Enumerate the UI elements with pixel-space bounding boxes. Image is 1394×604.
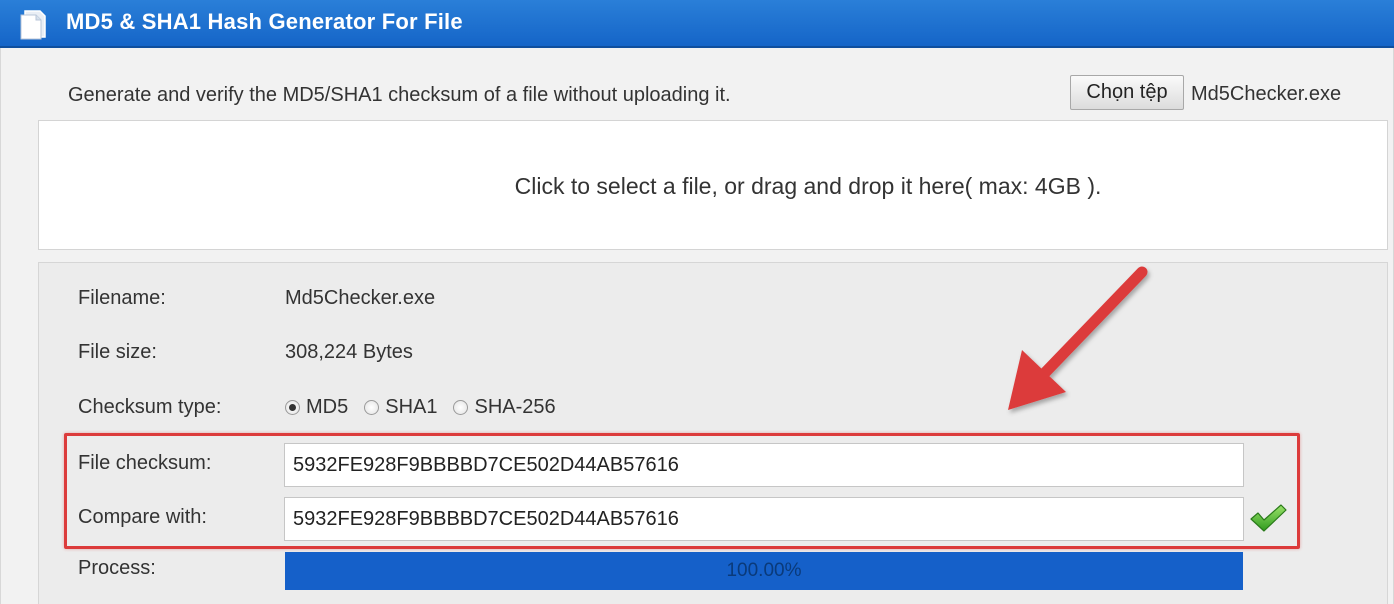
filesize-label: File size: <box>78 341 157 363</box>
process-label: Process: <box>78 557 156 579</box>
green-check-icon <box>1250 504 1287 532</box>
filesize-value: 308,224 Bytes <box>285 341 413 363</box>
app-title: MD5 & SHA1 Hash Generator For File <box>66 9 463 34</box>
filename-value: Md5Checker.exe <box>285 287 436 309</box>
radio-sha1[interactable] <box>364 399 380 415</box>
file-dropzone[interactable]: Click to select a file, or drag and drop… <box>38 120 1388 250</box>
progress-text: 100.00% <box>726 560 802 581</box>
red-arrow-annotation <box>1008 266 1148 410</box>
file-checksum-label: File checksum: <box>78 452 212 474</box>
radio-sha256-label[interactable]: SHA-256 <box>474 396 555 419</box>
progress-bar: 100.00% <box>285 552 1243 590</box>
document-icon <box>20 10 46 40</box>
file-checksum-field[interactable] <box>284 443 1244 487</box>
radio-sha1-label[interactable]: SHA1 <box>385 396 437 419</box>
title-bar: MD5 & SHA1 Hash Generator For File <box>0 0 1394 48</box>
compare-with-field[interactable] <box>284 497 1244 541</box>
radio-md5[interactable] <box>285 399 300 415</box>
checksum-type-label: Checksum type: <box>78 396 222 418</box>
radio-sha256[interactable] <box>453 399 469 415</box>
chosen-file-name: Md5Checker.exe <box>1191 83 1342 105</box>
compare-with-label: Compare with: <box>78 506 207 528</box>
checksum-type-options: MD5 SHA1 SHA-256 <box>285 394 572 420</box>
filename-label: Filename: <box>78 287 166 309</box>
dropzone-instructions: Click to select a file, or drag and drop… <box>514 173 1102 199</box>
radio-md5-label[interactable]: MD5 <box>306 396 348 419</box>
page-description: Generate and verify the MD5/SHA1 checksu… <box>68 84 731 106</box>
choose-file-button[interactable]: Chọn tệp <box>1070 75 1184 110</box>
